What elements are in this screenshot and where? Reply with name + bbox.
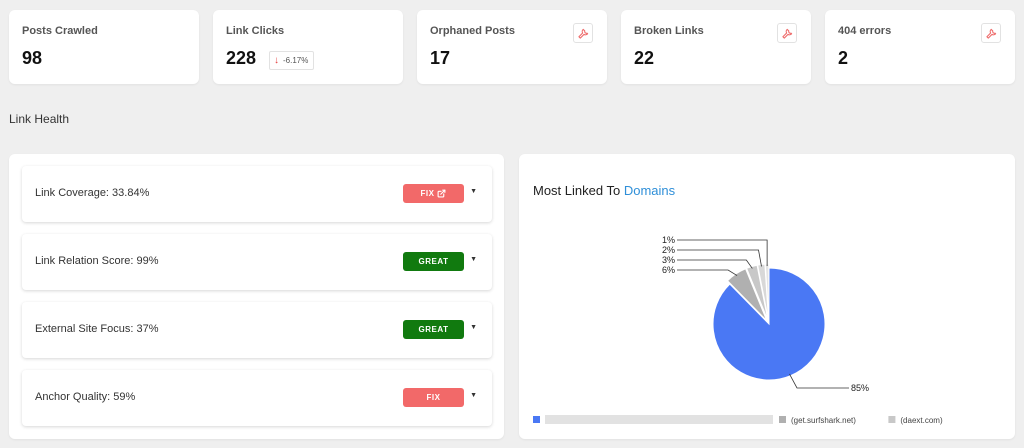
metric-row-link-coverage: Link Coverage: 33.84% FIX ▼ [22, 166, 492, 222]
stat-card-broken-links: Broken Links 22 [621, 10, 811, 84]
pie-leader-line [677, 239, 768, 267]
metric-label: Link Relation Score: 99% [35, 255, 159, 267]
stat-card-orphaned-posts: Orphaned Posts 17 [417, 10, 607, 84]
stat-label: Broken Links [634, 25, 704, 37]
wrench-icon [577, 28, 588, 39]
expand-caret-icon[interactable]: ▼ [470, 188, 477, 195]
pie-label: 3% [662, 255, 675, 265]
badge-label: FIX [420, 189, 435, 198]
fix-orphaned-button[interactable] [573, 23, 593, 43]
stat-label: Posts Crawled [22, 25, 98, 37]
metric-label: Anchor Quality: 59% [35, 391, 136, 403]
expand-caret-icon[interactable]: ▼ [470, 256, 477, 263]
metric-label: External Site Focus: 37% [35, 323, 159, 335]
metric-row-external-site-focus: External Site Focus: 37% GREAT ▼ [22, 302, 492, 358]
great-link-relation-badge[interactable]: GREAT [403, 252, 464, 271]
expand-caret-icon[interactable]: ▼ [470, 392, 477, 399]
stat-value: 22 [634, 48, 655, 68]
great-external-focus-badge[interactable]: GREAT [403, 320, 464, 339]
stat-card-link-clicks: Link Clicks 228 ↓ -6.17% [213, 10, 403, 84]
wrench-icon [781, 28, 792, 39]
badge-label: GREAT [418, 325, 449, 334]
linked-domains-panel: Most Linked To Domains 85% 6% 3% 2% 1% (get.s… [519, 154, 1015, 439]
pie-leader-line [677, 259, 753, 269]
stat-label: Link Clicks [226, 25, 285, 37]
legend-redacted-bar [545, 415, 773, 424]
legend-swatch [888, 416, 896, 423]
fix-404-button[interactable] [981, 23, 1001, 43]
wrench-icon [985, 28, 996, 39]
external-link-icon [438, 189, 446, 198]
pie-leader-line [677, 269, 738, 276]
pie-leader-line [789, 373, 849, 389]
pie-label: 6% [662, 265, 675, 275]
stat-value: 98 [22, 48, 43, 68]
pie-label: 1% [662, 235, 675, 245]
fix-anchor-quality-button[interactable]: FIX [403, 388, 464, 407]
legend-label: (get.surfshark.net) [791, 416, 856, 425]
expand-caret-icon[interactable]: ▼ [470, 324, 477, 331]
badge-label: GREAT [418, 257, 449, 266]
pie-label: 85% [851, 383, 869, 393]
stat-label: Orphaned Posts [430, 25, 515, 37]
trend-value: -6.17% [283, 56, 309, 65]
fix-broken-links-button[interactable] [777, 23, 797, 43]
arrow-down-icon: ↓ [274, 54, 279, 66]
legend-swatch [779, 416, 786, 423]
stat-card-404-errors: 404 errors 2 [825, 10, 1015, 84]
metric-row-link-relation: Link Relation Score: 99% GREAT ▼ [22, 234, 492, 290]
stat-value: 228 [226, 48, 257, 68]
section-title: Link Health [9, 112, 70, 126]
trend-badge: ↓ -6.17% [269, 51, 315, 70]
link-health-panel: Link Coverage: 33.84% FIX ▼ Link Relatio… [9, 154, 504, 439]
legend-label: (daext.com) [900, 416, 943, 425]
legend-swatch [533, 416, 540, 423]
pie-label: 2% [662, 245, 675, 255]
metric-label: Link Coverage: 33.84% [35, 187, 150, 199]
metric-row-anchor-quality: Anchor Quality: 59% FIX ▼ [22, 370, 492, 426]
stat-card-posts-crawled: Posts Crawled 98 [9, 10, 199, 84]
badge-label: FIX [426, 393, 441, 402]
fix-link-coverage-button[interactable]: FIX [403, 184, 464, 203]
stat-label: 404 errors [838, 25, 892, 37]
stat-value: 17 [430, 48, 451, 68]
stat-value: 2 [838, 48, 849, 68]
pie-chart: 85% 6%3%2%1% (get.surfshark.net) (daext.com… [533, 235, 943, 425]
